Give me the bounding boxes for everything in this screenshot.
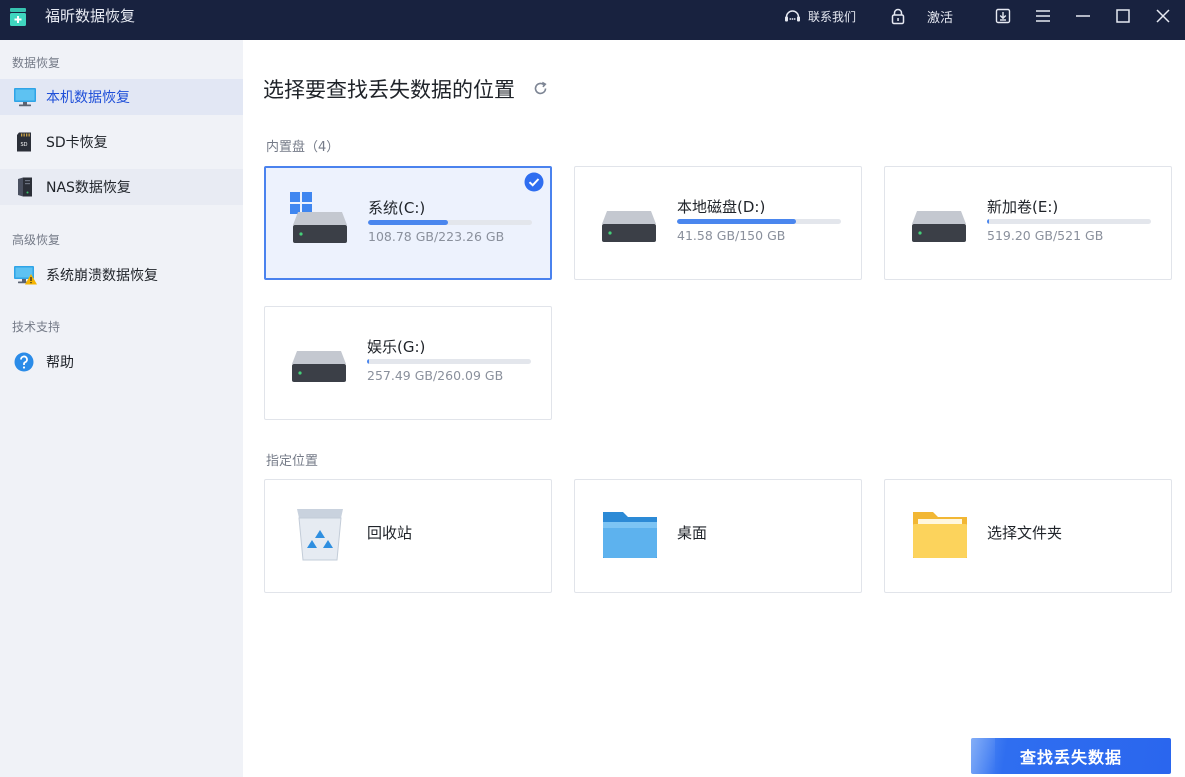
app-logo-icon [10, 8, 26, 26]
drive-name: 本地磁盘(D:) [677, 198, 766, 216]
drive-usage-bar [367, 359, 531, 364]
desktop-folder-icon [603, 512, 657, 558]
internal-drives-label: 内置盘（4） [266, 140, 340, 155]
sidebar-item-system-crash[interactable]: 系统崩溃数据恢复 [0, 257, 243, 293]
drive-size: 257.49 GB/260.09 GB [367, 368, 504, 383]
drive-size: 41.58 GB/150 GB [677, 228, 786, 243]
app-title: 福昕数据恢复 [45, 7, 136, 25]
check-circle-icon [524, 172, 544, 192]
system-crash-icon [14, 266, 37, 285]
refresh-icon[interactable] [533, 81, 548, 96]
sidebar-item-label: 帮助 [46, 355, 74, 371]
sidebar-item-label: 系统崩溃数据恢复 [46, 268, 158, 284]
close-icon[interactable] [1152, 5, 1174, 27]
sidebar-item-label: 本机数据恢复 [46, 90, 130, 106]
location-card-choose-folder[interactable]: 选择文件夹 [884, 479, 1172, 593]
drive-usage-fill [367, 359, 370, 364]
drive-usage-bar [677, 219, 841, 224]
drive-name: 系统(C:) [368, 199, 426, 217]
button-shine [971, 738, 995, 774]
drive-size: 108.78 GB/223.26 GB [368, 229, 505, 244]
svg-text:SD: SD [20, 142, 27, 148]
monitor-icon [14, 88, 36, 107]
sd-card-icon: SD [17, 132, 31, 152]
hard-drive-icon [912, 211, 966, 242]
main-panel: 选择要查找丢失数据的位置 内置盘（4） 系统(C:) 108.78 GB/223… [243, 40, 1185, 777]
minimize-icon[interactable] [1072, 5, 1094, 27]
drive-usage-fill [987, 219, 990, 224]
drive-card-d[interactable]: 本地磁盘(D:) 41.58 GB/150 GB [574, 166, 862, 280]
drive-usage-bar [368, 220, 532, 225]
sidebar-section-support: 技术支持 [12, 320, 61, 334]
scan-lost-data-button[interactable]: 查找丢失数据 [971, 738, 1171, 774]
drive-usage-fill [677, 219, 796, 224]
location-label: 桌面 [677, 524, 708, 542]
specified-locations-label: 指定位置 [266, 454, 319, 469]
location-label: 选择文件夹 [987, 524, 1063, 542]
drive-name: 娱乐(G:) [367, 338, 426, 356]
sidebar-item-help[interactable]: 帮助 [0, 344, 243, 380]
hard-drive-icon [292, 351, 346, 382]
download-icon[interactable] [992, 5, 1014, 27]
sidebar-item-sd-card[interactable]: SD SD卡恢复 [0, 124, 243, 160]
sidebar: 数据恢复 本机数据恢复 SD SD卡恢复 NAS数据恢复 高级恢复 系统崩溃数据… [0, 40, 243, 777]
drive-card-e[interactable]: 新加卷(E:) 519.20 GB/521 GB [884, 166, 1172, 280]
activate-button[interactable]: 激活 [927, 0, 953, 32]
sidebar-section-advanced: 高级恢复 [12, 233, 61, 247]
drive-name: 新加卷(E:) [987, 198, 1059, 216]
sidebar-section-data-recovery: 数据恢复 [12, 56, 61, 70]
headset-icon [785, 9, 800, 21]
sidebar-item-local-recovery[interactable]: 本机数据恢复 [0, 79, 243, 115]
sidebar-item-label: SD卡恢复 [46, 135, 108, 151]
title-bar: 福昕数据恢复 联系我们 激活 [0, 0, 1185, 40]
sidebar-item-label: NAS数据恢复 [46, 180, 131, 196]
location-card-desktop[interactable]: 桌面 [574, 479, 862, 593]
drive-usage-fill [368, 220, 448, 225]
scan-button-label: 查找丢失数据 [1019, 750, 1122, 767]
hard-drive-icon [602, 211, 656, 242]
help-icon [14, 352, 34, 372]
folder-icon [913, 512, 967, 558]
drive-card-g[interactable]: 娱乐(G:) 257.49 GB/260.09 GB [264, 306, 552, 420]
drive-usage-bar [987, 219, 1151, 224]
lock-icon[interactable] [890, 0, 906, 32]
nas-icon [18, 177, 32, 197]
recycle-bin-icon [297, 509, 343, 561]
location-card-recycle-bin[interactable]: 回收站 [264, 479, 552, 593]
sidebar-item-nas[interactable]: NAS数据恢复 [0, 169, 243, 205]
location-label: 回收站 [367, 524, 413, 542]
hard-drive-icon [293, 212, 347, 243]
drive-card-c[interactable]: 系统(C:) 108.78 GB/223.26 GB [264, 166, 552, 280]
maximize-icon[interactable] [1112, 5, 1134, 27]
menu-icon[interactable] [1032, 5, 1054, 27]
contact-us-button[interactable]: 联系我们 [784, 0, 856, 32]
drive-size: 519.20 GB/521 GB [987, 228, 1104, 243]
contact-us-label: 联系我们 [808, 9, 857, 24]
page-title: 选择要查找丢失数据的位置 [263, 78, 515, 102]
